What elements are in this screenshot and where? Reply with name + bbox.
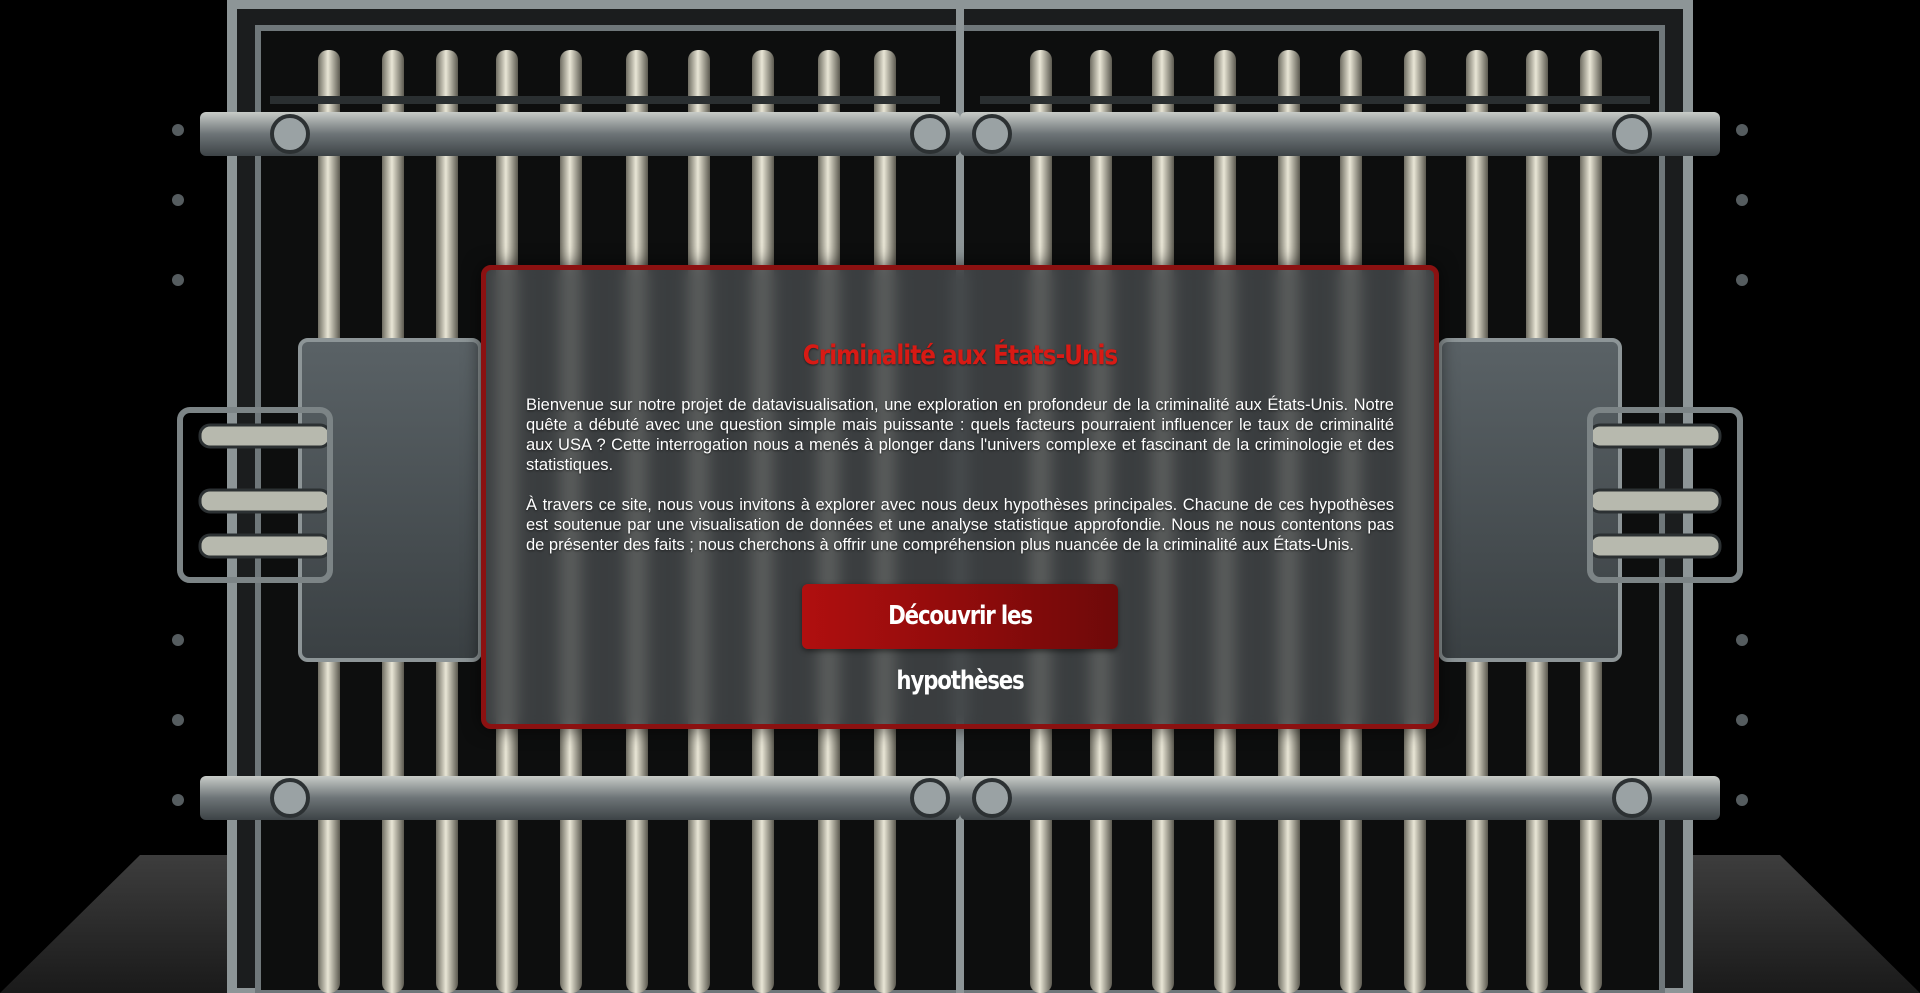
discover-hypotheses-button[interactable]: Découvrir les hypothèses [802, 584, 1118, 696]
intro-card-content: Criminalité aux États-Unis Bienvenue sur… [526, 270, 1394, 696]
intro-paragraph-1: Bienvenue sur notre projet de datavisual… [526, 396, 1394, 474]
intro-paragraph-2: À travers ce site, nous vous invitons à … [526, 496, 1394, 554]
discover-hypotheses-label: Découvrir les hypothèses [888, 601, 1033, 696]
page-title: Criminalité aux États-Unis [802, 340, 1118, 371]
cta-container: Découvrir les hypothèses [526, 584, 1394, 696]
intro-card: Criminalité aux États-Unis Bienvenue sur… [481, 265, 1439, 729]
page: Criminalité aux États-Unis Bienvenue sur… [0, 0, 1920, 993]
